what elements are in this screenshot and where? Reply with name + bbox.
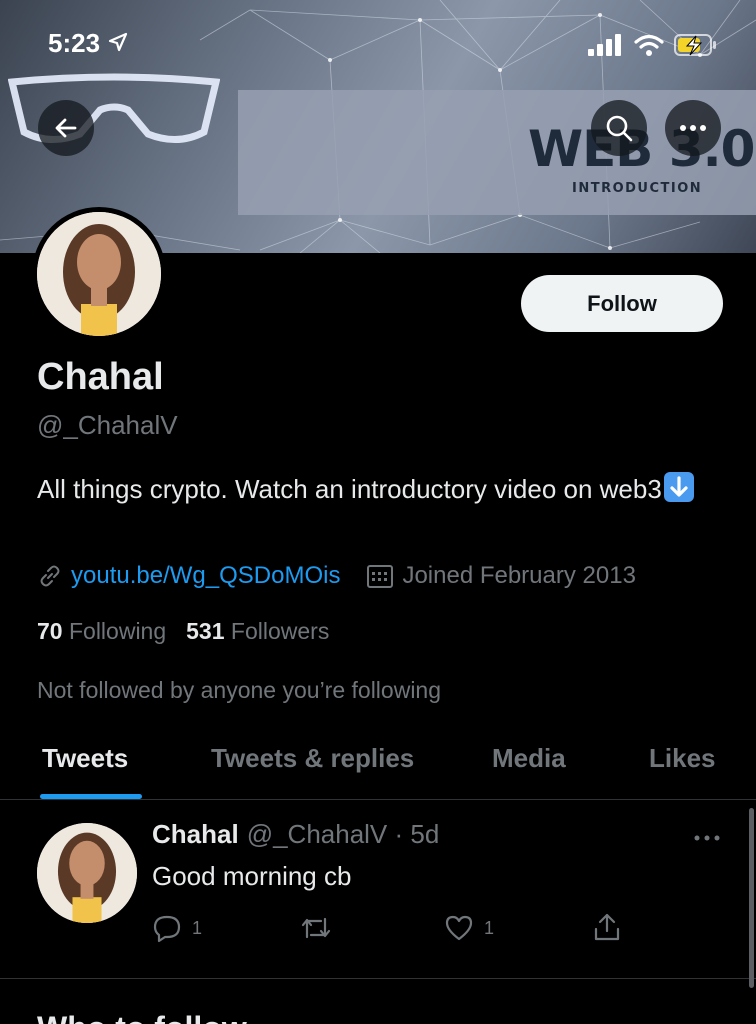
- tweet-more-icon: [694, 835, 720, 841]
- share-icon: [594, 913, 620, 941]
- back-arrow-icon: [55, 118, 77, 138]
- follow-counts: 70 Following 531 Followers: [37, 618, 329, 645]
- avatar-portrait: [37, 212, 161, 336]
- status-time-text: 5:23: [48, 28, 101, 58]
- profile-bio: All things crypto. Watch an introductory…: [37, 471, 727, 507]
- profile-handle: @_ChahalV: [37, 410, 178, 440]
- tab-media[interactable]: Media: [492, 743, 566, 774]
- share-button[interactable]: [592, 911, 622, 943]
- wifi-icon: [634, 34, 664, 56]
- down-arrow-emoji-icon: [663, 472, 694, 502]
- like-icon: [445, 915, 473, 941]
- who-to-follow-heading: Who to follow: [37, 1010, 247, 1024]
- followers-link[interactable]: 531 Followers: [186, 618, 329, 645]
- tab-tweets-replies[interactable]: Tweets & replies: [211, 743, 414, 774]
- profile-name: Chahal: [37, 356, 164, 398]
- tweet-actions: 1 1: [152, 909, 632, 949]
- tweet-more-button[interactable]: [694, 821, 720, 847]
- tweet-author-name[interactable]: Chahal: [152, 819, 239, 850]
- back-button[interactable]: [38, 100, 94, 156]
- more-icon: [680, 125, 706, 131]
- avatar-photo: [37, 212, 161, 336]
- following-count: 70: [37, 618, 63, 644]
- banner-subtitle: INTRODUCTION: [572, 181, 703, 196]
- location-arrow-icon: [109, 32, 128, 52]
- reply-button[interactable]: 1: [152, 913, 202, 943]
- tweet-avatar[interactable]: [37, 823, 137, 923]
- active-tab-indicator: [40, 794, 142, 799]
- following-link[interactable]: 70 Following: [37, 618, 166, 645]
- link-icon: [40, 565, 60, 587]
- battery-charging-icon: [674, 34, 716, 56]
- tab-tweets[interactable]: Tweets: [42, 743, 128, 774]
- tweet-header: Chahal @_ChahalV · 5d: [152, 819, 439, 850]
- search-button[interactable]: [591, 100, 647, 156]
- calendar-icon: [367, 565, 394, 588]
- tweet-item[interactable]: Chahal @_ChahalV · 5d Good morning cb 1 …: [0, 801, 756, 979]
- profile-avatar[interactable]: [32, 207, 166, 341]
- reply-icon: [153, 915, 181, 943]
- more-options-button[interactable]: [665, 100, 721, 156]
- joined-date: Joined February 2013: [402, 562, 636, 589]
- profile-link[interactable]: youtu.be/Wg_QSDoMOis: [71, 562, 340, 590]
- like-count: 1: [484, 917, 495, 938]
- retweet-icon: [301, 917, 331, 939]
- scrollbar[interactable]: [749, 808, 754, 988]
- follow-button[interactable]: Follow: [521, 275, 723, 332]
- retweet-button[interactable]: [300, 913, 332, 943]
- status-icons: [588, 33, 718, 57]
- bio-text: All things crypto. Watch an introductory…: [37, 474, 662, 504]
- profile-tabs: Tweets Tweets & replies Media Likes: [0, 728, 756, 800]
- tweet-author-handle: @_ChahalV · 5d: [246, 819, 440, 849]
- following-label: Following: [68, 618, 167, 644]
- reply-count: 1: [192, 917, 203, 938]
- search-icon: [606, 115, 633, 142]
- tab-likes[interactable]: Likes: [649, 743, 716, 774]
- not-followed-notice: Not followed by anyone you’re following: [37, 677, 442, 703]
- tweet-text: Good morning cb: [152, 861, 352, 891]
- like-button[interactable]: 1: [444, 913, 494, 943]
- cellular-signal-icon: [588, 34, 621, 56]
- followers-label: Followers: [230, 618, 330, 644]
- status-time: 5:23: [48, 28, 129, 59]
- followers-count: 531: [186, 618, 225, 644]
- profile-meta: youtu.be/Wg_QSDoMOis Joined February 201…: [37, 562, 636, 590]
- tweet-avatar-portrait: [37, 823, 137, 923]
